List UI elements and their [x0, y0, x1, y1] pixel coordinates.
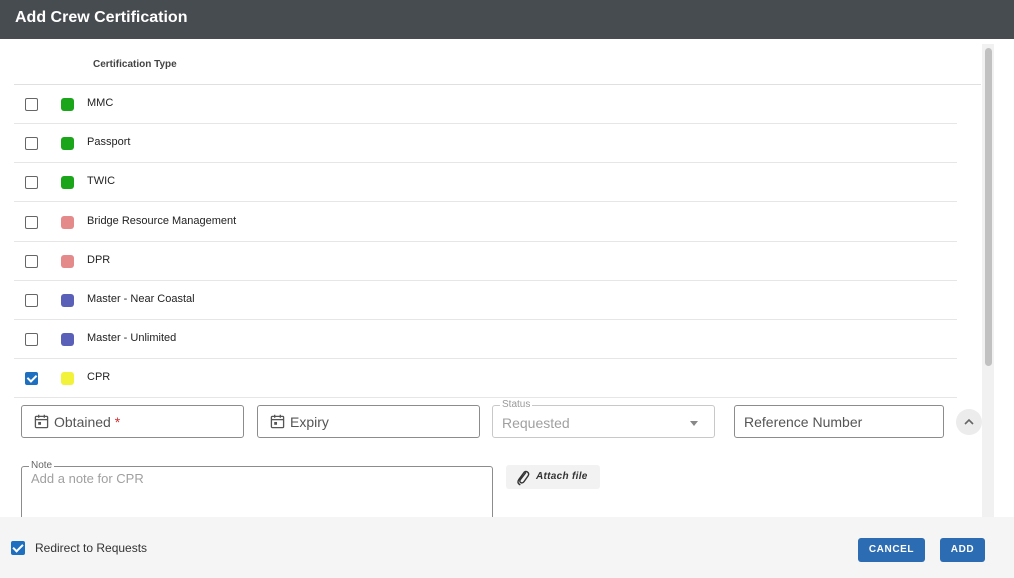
certification-row[interactable]: Master - Unlimited: [14, 320, 957, 360]
color-swatch: [61, 176, 74, 190]
attach-file-button[interactable]: Attach file: [506, 465, 600, 489]
certification-label: Passport: [87, 136, 131, 149]
row-checkbox[interactable]: [25, 254, 38, 268]
status-value: Requested: [502, 415, 570, 431]
collapse-button[interactable]: [956, 409, 982, 435]
row-checkbox[interactable]: [25, 372, 38, 386]
row-checkbox[interactable]: [25, 215, 38, 229]
row-checkbox[interactable]: [25, 176, 38, 190]
certification-row[interactable]: MMC: [14, 85, 957, 124]
add-button[interactable]: ADD: [940, 538, 985, 562]
required-mark: *: [114, 414, 121, 430]
color-swatch: [61, 137, 74, 151]
row-checkbox[interactable]: [25, 98, 38, 111]
chevron-down-icon: [690, 421, 698, 426]
certification-row[interactable]: Passport: [14, 124, 957, 164]
note-placeholder: Add a note for CPR: [31, 471, 144, 486]
redirect-checkbox[interactable]: [11, 541, 25, 555]
color-swatch: [61, 98, 74, 111]
chevron-up-icon: [964, 418, 974, 425]
color-swatch: [61, 215, 74, 229]
obtained-label: Obtained *: [54, 414, 121, 430]
dialog-footer: Redirect to Requests CANCEL ADD: [0, 517, 1014, 578]
reference-number-input[interactable]: Reference Number: [734, 405, 944, 438]
row-checkbox[interactable]: [25, 333, 38, 347]
reference-number-placeholder: Reference Number: [744, 414, 863, 430]
certification-label: CPR: [87, 371, 111, 384]
calendar-icon: [270, 414, 285, 429]
certification-label: Bridge Resource Management: [87, 214, 237, 227]
color-swatch: [61, 254, 74, 268]
row-checkbox[interactable]: [25, 294, 38, 307]
paperclip-icon: [517, 470, 530, 486]
color-swatch: [61, 333, 74, 347]
redirect-label: Redirect to Requests: [35, 541, 148, 555]
column-header-certification-type: Certification Type: [93, 59, 177, 70]
certification-row[interactable]: Master - Near Coastal: [14, 281, 957, 320]
color-swatch: [61, 294, 74, 307]
certification-row[interactable]: DPR: [14, 242, 957, 281]
obtained-date-field[interactable]: Obtained *: [21, 405, 244, 438]
expiry-label: Expiry: [290, 414, 329, 430]
dialog-title: Add Crew Certification: [0, 0, 1014, 39]
certification-label: DPR: [87, 253, 111, 266]
expiry-date-field[interactable]: Expiry: [257, 405, 480, 438]
calendar-icon: [34, 414, 49, 429]
color-swatch: [61, 372, 74, 386]
certification-row[interactable]: Bridge Resource Management: [14, 203, 957, 242]
attach-file-label: Attach file: [536, 471, 588, 482]
add-crew-certification-dialog: Add Crew Certification Certification Typ…: [0, 0, 1014, 578]
scrollbar-thumb[interactable]: [985, 48, 992, 366]
row-checkbox[interactable]: [25, 137, 38, 151]
certification-row[interactable]: TWIC: [14, 163, 957, 203]
certification-row[interactable]: CPR: [14, 359, 957, 399]
status-label: Status: [500, 399, 533, 410]
certification-label: Master - Unlimited: [87, 332, 177, 345]
certification-label: TWIC: [87, 175, 116, 188]
certification-label: MMC: [87, 97, 114, 109]
certification-label: Master - Near Coastal: [87, 293, 195, 305]
note-label: Note: [29, 460, 55, 471]
cancel-button[interactable]: CANCEL: [858, 538, 925, 562]
